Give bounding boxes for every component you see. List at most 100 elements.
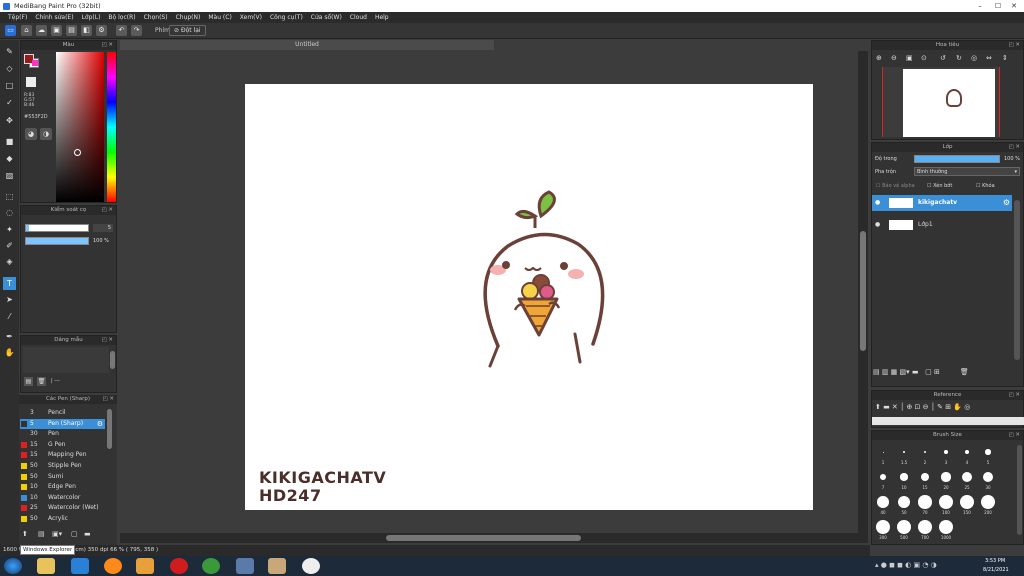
opera-icon[interactable] [170,558,188,574]
saturation-value-picker[interactable] [56,52,104,202]
brush-list-item[interactable]: 5 Pen (Sharp) ⚙ [20,418,105,429]
brush-list-item[interactable]: 10 Edge Pen [20,482,105,492]
gradient-tool-icon[interactable]: ▨ [3,169,16,182]
hand-tool-icon[interactable]: ✋ [3,346,16,359]
document-tab[interactable]: Untitled [120,40,494,50]
menu-help[interactable]: Help [371,12,393,23]
open-file-icon[interactable]: ⌂ [21,25,32,36]
brush-size-dot[interactable] [960,495,974,509]
menu-layer[interactable]: Lớp(L) [78,12,105,23]
text-tool-icon[interactable]: T [3,277,16,290]
brush-size-dot[interactable] [876,520,890,534]
menu-edit[interactable]: Chỉnh sửa(E) [31,12,77,23]
brush-size-dot[interactable] [920,472,930,482]
select-pen-tool-icon[interactable]: ✐ [3,239,16,252]
brush-folder-icon[interactable]: ▬ [84,530,91,538]
brush-size-dot[interactable] [944,450,948,454]
system-tray-icons[interactable]: ▴ ● ◼ ◼ ◐ ▣ ◔ ◑ [875,561,937,569]
file-explorer-icon[interactable] [37,558,55,574]
rotate-right-icon[interactable]: ↻ [956,54,962,62]
save-icon[interactable]: ▣ [51,25,62,36]
brush-list-item[interactable]: 50 Acrylic [20,514,105,524]
panel-options-icon[interactable]: ◰ ✕ [1008,143,1020,152]
media-player-icon[interactable] [136,558,154,574]
layer-opacity-slider[interactable] [914,155,1000,163]
brush-size-dot[interactable] [964,449,970,455]
canvas-horizontal-scrollbar[interactable] [120,533,858,543]
palette-icon[interactable]: ◕ [25,128,37,140]
panel-options-icon[interactable]: ◰ ✕ [101,336,113,345]
move-tool-icon[interactable]: ✥ [3,114,16,127]
brush-tool-icon[interactable]: ✓ [3,96,16,109]
brush-size-dot[interactable] [982,471,994,483]
delete-brush-icon[interactable]: 🗑 [37,377,46,386]
menu-file[interactable]: Tệp(F) [4,12,31,23]
panel-options-icon[interactable]: ◰ ✕ [1008,391,1020,400]
select-tool-icon[interactable]: ⬚ [3,190,16,203]
brush-size-dot[interactable] [962,472,972,482]
lock-checkbox[interactable]: ☐ Khóa [976,183,995,189]
brush-list-scrollbar[interactable] [107,409,112,449]
canvas-vertical-scrollbar[interactable] [858,51,868,543]
edge-icon[interactable] [71,558,89,574]
menu-select[interactable]: Chọn(S) [140,12,172,23]
brush-list-item[interactable]: 15 Mapping Pen [20,450,105,460]
actual-size-icon[interactable]: ⊙ [921,54,927,62]
zoom-out-icon[interactable]: ⊖ [891,54,897,62]
chrome-icon[interactable] [202,558,220,574]
select-eraser-tool-icon[interactable]: ◈ [3,255,16,268]
lasso-tool-icon[interactable]: ◌ [3,206,16,219]
maximize-button[interactable]: ☐ [990,0,1006,12]
menu-filter[interactable]: Bộ lọc(R) [104,12,139,23]
start-icon[interactable] [4,558,22,574]
operation-tool-icon[interactable]: ➤ [3,293,16,306]
visibility-icon[interactable]: ● [875,195,880,211]
hue-slider[interactable] [107,52,116,202]
brush-size-dot[interactable] [939,495,953,509]
brush-size-dot[interactable] [923,450,927,454]
fill-tool-icon[interactable]: ◆ [3,152,16,165]
add-brush-icon[interactable]: ▤ [24,377,33,386]
settings-icon[interactable]: ⚙ [96,25,107,36]
brush-size-dot[interactable] [882,451,884,453]
minimize-button[interactable]: – [972,0,988,12]
brush-list-item[interactable]: 50 Stipple Pen [20,461,105,471]
menu-tools[interactable]: Công cụ(T) [266,12,307,23]
redo-icon[interactable]: ↷ [131,25,142,36]
brush-preview-scrollbar[interactable] [110,351,115,369]
brush-copy-icon[interactable]: ▤ [38,530,45,538]
menu-snap[interactable]: Chụp(N) [172,12,205,23]
panel-options-icon[interactable]: ◰ ✕ [1008,41,1020,50]
brush-size-value[interactable]: 5 [93,224,113,232]
brush-size-dot[interactable] [918,495,932,509]
brush-size-dot[interactable] [897,520,911,534]
panel-options-icon[interactable]: ◰ ✕ [102,395,114,404]
reference-tools[interactable]: ⬆ ▬ ✕ │ ⊕ ⊡ ⊖ │ ✎ ⊞ ✋ ◎ [875,403,970,411]
reset-rotation-icon[interactable]: ◎ [971,54,977,62]
brush-size-dot[interactable] [939,520,953,534]
rotate-left-icon[interactable]: ↺ [940,54,946,62]
brush-list-item[interactable]: 50 Sumi [20,472,105,482]
brush-size-dot[interactable] [897,495,911,509]
fit-icon[interactable]: ▣ [906,54,913,62]
brush-list-item[interactable]: 10 Watercolor [20,493,105,503]
browser-icon[interactable] [302,558,320,574]
secondary-swatch[interactable] [26,77,36,87]
medibang-icon[interactable] [268,558,286,574]
color-history-icon[interactable]: ◑ [40,128,52,140]
brush-size-dot[interactable] [985,449,991,455]
brush-size-slider[interactable] [25,224,89,232]
vertical-scroll-thumb[interactable] [860,231,866,351]
brush-size-dot[interactable] [879,473,887,481]
magic-wand-tool-icon[interactable]: ✦ [3,223,16,236]
cloud-icon[interactable]: ☁ [36,25,47,36]
panel-options-icon[interactable]: ◰ ✕ [101,206,113,215]
menu-view[interactable]: Xem(V) [236,12,266,23]
menu-color[interactable]: Màu (C) [204,12,235,23]
horizontal-scroll-thumb[interactable] [386,535,581,541]
undo-icon[interactable]: ↶ [116,25,127,36]
brush-list-item[interactable]: 30 Pen [20,429,105,439]
clipping-checkbox[interactable]: ☐ Xén bớt [927,183,952,189]
visibility-icon[interactable]: ● [875,217,880,233]
menu-cloud[interactable]: Cloud [346,12,371,23]
